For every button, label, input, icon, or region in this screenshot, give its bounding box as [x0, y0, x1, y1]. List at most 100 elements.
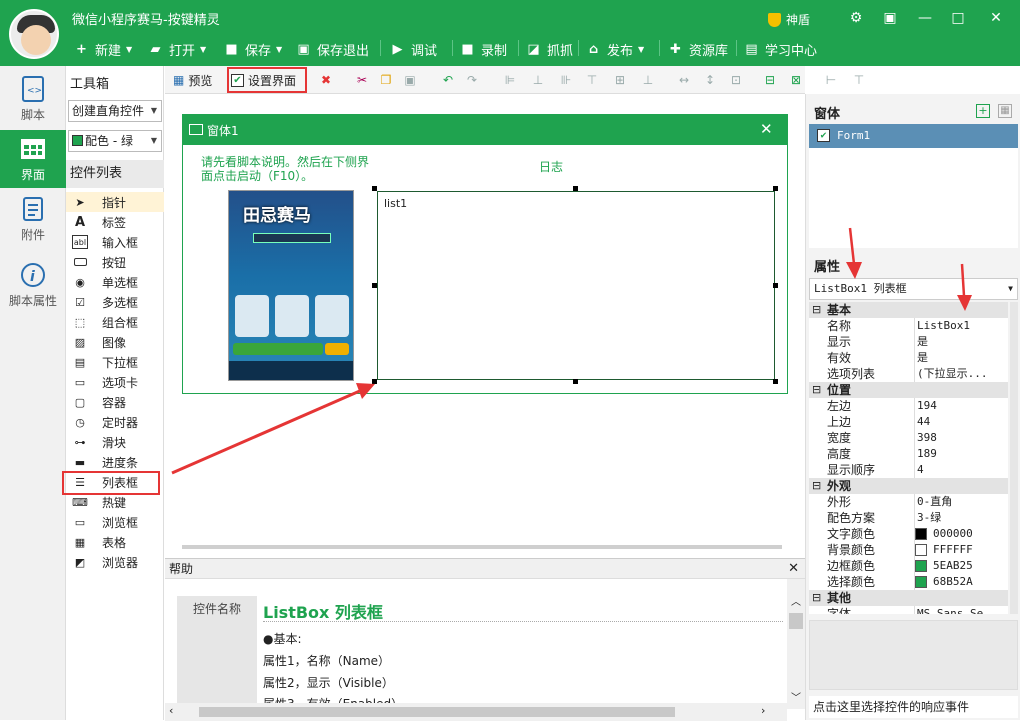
align-left-icon[interactable]: ⊫: [503, 73, 517, 87]
redo-icon[interactable]: ↷: [465, 73, 479, 87]
property-row[interactable]: 名称 ListBox1: [809, 318, 1008, 334]
remove-form-icon[interactable]: ▦: [998, 104, 1012, 118]
help-vertical-scrollbar[interactable]: ︿ ﹀: [787, 579, 805, 709]
property-row[interactable]: 左边 194: [809, 398, 1008, 414]
space-horizontal-icon[interactable]: ⊢: [824, 73, 838, 87]
property-group-header[interactable]: ⊟ 基本: [809, 302, 1008, 318]
center-vertical-icon[interactable]: ⊠: [789, 73, 803, 87]
copy-icon[interactable]: ❐: [379, 73, 393, 87]
resize-handle[interactable]: [372, 186, 377, 191]
property-scrollbar[interactable]: [1010, 302, 1018, 614]
record-button[interactable]: ■ 录制: [460, 38, 507, 60]
menu-icon[interactable]: ▣: [879, 8, 901, 28]
collapse-icon[interactable]: ⊟: [812, 590, 821, 606]
minimize-button[interactable]: —: [914, 8, 936, 28]
align-middle-icon[interactable]: ⊞: [613, 73, 627, 87]
close-button[interactable]: ✕: [985, 8, 1007, 28]
cut-icon[interactable]: ✂: [355, 73, 369, 87]
preview-button[interactable]: ▦ 预览: [173, 70, 212, 90]
publish-button[interactable]: ⌂ 发布 ▼: [586, 38, 644, 60]
property-row[interactable]: 选项列表 (下拉显示...: [809, 366, 1008, 382]
property-row[interactable]: 外形 0-直角: [809, 494, 1008, 510]
property-row[interactable]: 高度 189: [809, 446, 1008, 462]
help-close-icon[interactable]: ✕: [788, 559, 799, 579]
control-image[interactable]: ▨ 图像: [66, 332, 164, 352]
space-vertical-icon[interactable]: ⊤: [852, 73, 866, 87]
property-group-header[interactable]: ⊟ 外观: [809, 478, 1008, 494]
learning-center-button[interactable]: ▤ 学习中心: [744, 38, 817, 60]
same-width-icon[interactable]: ↔: [677, 73, 691, 87]
collapse-icon[interactable]: ⊟: [812, 478, 821, 494]
canvas-horizontal-scrollbar[interactable]: [182, 545, 782, 549]
align-bottom-icon[interactable]: ⊥: [641, 73, 655, 87]
event-select-hint[interactable]: 点击这里选择控件的响应事件: [809, 696, 1018, 718]
align-center-icon[interactable]: ⊥: [531, 73, 545, 87]
resize-handle[interactable]: [573, 186, 578, 191]
property-row[interactable]: 显示 是: [809, 334, 1008, 350]
game-screenshot-image[interactable]: 田忌赛马: [228, 190, 354, 381]
control-hotkey[interactable]: ⌨ 热键: [66, 492, 164, 512]
property-row[interactable]: 上边 44: [809, 414, 1008, 430]
control-table[interactable]: ▦ 表格: [66, 532, 164, 552]
shield-badge[interactable]: 神盾: [768, 11, 810, 28]
control-checkbox[interactable]: ☑ 多选框: [66, 292, 164, 312]
open-button[interactable]: ▰ 打开 ▼: [148, 38, 207, 60]
control-button[interactable]: 按钮: [66, 252, 164, 272]
settings-gear-icon[interactable]: ⚙: [845, 8, 867, 28]
form-close-icon[interactable]: ✕: [760, 120, 773, 138]
property-row[interactable]: 有效 是: [809, 350, 1008, 366]
control-label[interactable]: A 标签: [66, 212, 164, 232]
control-container[interactable]: ▢ 容器: [66, 392, 164, 412]
resize-handle[interactable]: [573, 379, 578, 384]
collapse-icon[interactable]: ⊟: [812, 302, 821, 318]
property-row[interactable]: 配色方案 3-绿: [809, 510, 1008, 526]
nav-script-properties[interactable]: i 脚本属性: [0, 262, 66, 318]
center-horizontal-icon[interactable]: ⊟: [763, 73, 777, 87]
checkbox-icon[interactable]: ✔: [817, 129, 830, 142]
resize-handle[interactable]: [773, 283, 778, 288]
control-pointer[interactable]: ➤ 指针: [66, 192, 164, 212]
help-horizontal-scrollbar[interactable]: ‹ ›: [165, 703, 787, 721]
undo-icon[interactable]: ↶: [441, 73, 455, 87]
resource-library-button[interactable]: ✚ 资源库: [668, 38, 728, 60]
property-row[interactable]: 边框颜色 5EAB25: [809, 558, 1008, 574]
control-browse-box[interactable]: ▭ 浏览框: [66, 512, 164, 532]
debug-button[interactable]: ▶ 调试: [390, 38, 438, 60]
create-mode-select[interactable]: 创建直角控件 ▼: [68, 100, 162, 122]
align-top-icon[interactable]: ⊤: [585, 73, 599, 87]
listbox-control[interactable]: list1: [377, 191, 775, 380]
control-radio[interactable]: ◉ 单选框: [66, 272, 164, 292]
control-tab[interactable]: ▭ 选项卡: [66, 372, 164, 392]
property-row[interactable]: 选择颜色 68B52A: [809, 574, 1008, 590]
control-slider[interactable]: ⊶ 滑块: [66, 432, 164, 452]
form1-window[interactable]: 窗体1 ✕ 请先看脚本说明。然后在下侧界面点击启动（F10）。 日志 田忌赛马 …: [182, 114, 788, 394]
save-exit-button[interactable]: ▣ 保存退出: [296, 38, 369, 60]
property-group-header[interactable]: ⊟ 位置: [809, 382, 1008, 398]
save-button[interactable]: ■ 保存 ▼: [224, 38, 282, 60]
resize-handle[interactable]: [773, 379, 778, 384]
control-timer[interactable]: ◷ 定时器: [66, 412, 164, 432]
same-size-icon[interactable]: ⊡: [729, 73, 743, 87]
add-form-icon[interactable]: +: [976, 104, 990, 118]
align-right-icon[interactable]: ⊪: [559, 73, 573, 87]
property-row[interactable]: 背景颜色 FFFFFF: [809, 542, 1008, 558]
collapse-icon[interactable]: ⊟: [812, 382, 821, 398]
property-group-header[interactable]: ⊟ 其他: [809, 590, 1008, 606]
maximize-button[interactable]: □: [947, 8, 969, 28]
property-row[interactable]: 显示顺序 4: [809, 462, 1008, 478]
control-textbox[interactable]: abl 输入框: [66, 232, 164, 252]
property-target-select[interactable]: ListBox1 列表框 ▼: [809, 278, 1018, 300]
resize-handle[interactable]: [773, 186, 778, 191]
paste-icon[interactable]: ▣: [403, 73, 417, 87]
resize-handle[interactable]: [372, 283, 377, 288]
control-combobox[interactable]: ▤ 下拉框: [66, 352, 164, 372]
property-row[interactable]: 字体 MS Sans Se...: [809, 606, 1008, 614]
same-height-icon[interactable]: ↕: [703, 73, 717, 87]
form-list-item[interactable]: ✔ Form1: [809, 124, 1018, 148]
property-row[interactable]: 宽度 398: [809, 430, 1008, 446]
user-avatar[interactable]: [9, 9, 59, 59]
control-progressbar[interactable]: ▬ 进度条: [66, 452, 164, 472]
nav-interface[interactable]: 界面: [0, 130, 66, 188]
delete-icon[interactable]: ✖: [319, 73, 333, 87]
grab-button[interactable]: ◪ 抓抓: [526, 38, 573, 60]
